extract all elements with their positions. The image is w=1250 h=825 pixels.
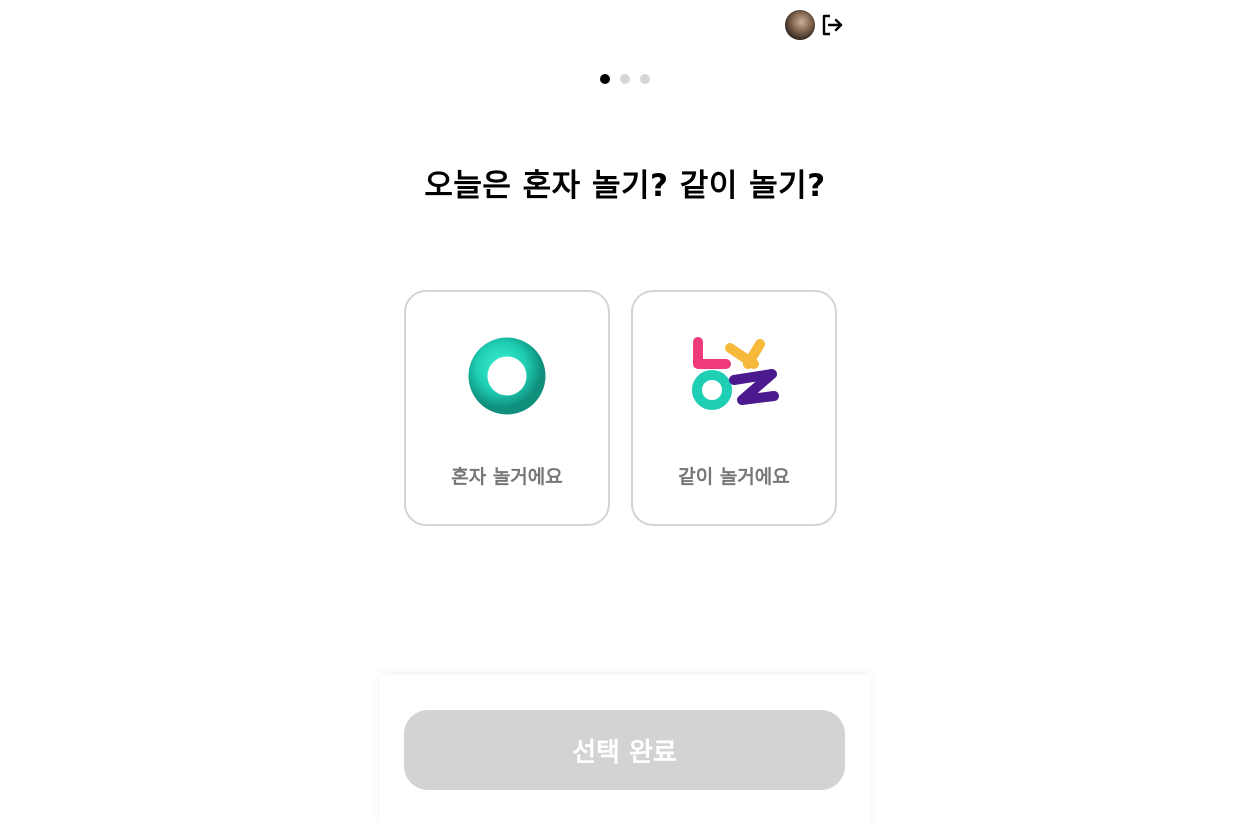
page-title: 오늘은 혼자 놀기? 같이 놀기? [424,168,826,204]
option-list: 혼자 놀거에요 같이 놀거에요 [404,290,837,526]
teal-ring-icon [468,337,546,415]
option-label-alone: 혼자 놀거에요 [451,466,563,488]
bottom-panel: 선택 완료 [380,675,870,825]
step-dot-1 [600,74,610,84]
step-indicator [600,74,650,84]
submit-button[interactable]: 선택 완료 [404,710,845,790]
avatar[interactable] [785,10,815,40]
logout-icon [822,14,843,36]
logout-button[interactable] [819,12,845,38]
option-card-alone[interactable]: 혼자 놀거에요 [404,290,610,526]
top-bar [785,10,845,40]
letters-nol-icon [692,337,779,410]
step-dot-2 [620,74,630,84]
step-dot-3 [640,74,650,84]
app-root: 오늘은 혼자 놀기? 같이 놀기? 혼자 놀거에요 같이 놀거에요 선택 완료 [0,0,1250,825]
option-card-together[interactable]: 같이 놀거에요 [631,290,837,526]
option-label-together: 같이 놀거에요 [678,466,790,488]
